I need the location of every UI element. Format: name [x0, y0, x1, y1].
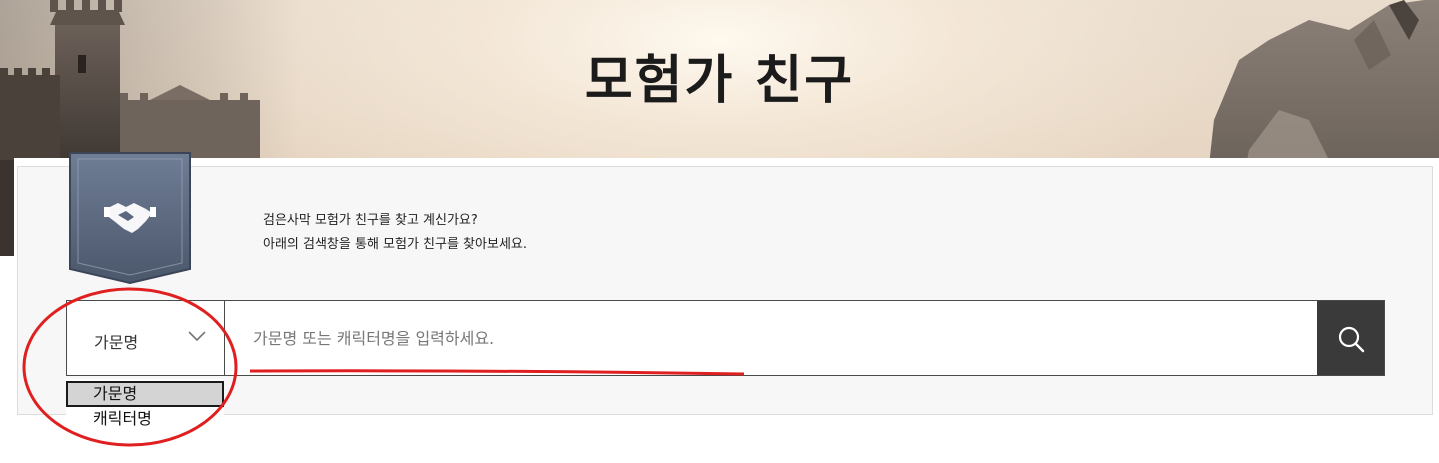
intro-line-2: 아래의 검색창을 통해 모험가 친구를 찾아보세요. — [263, 237, 527, 252]
search-type-value: 가문명 — [94, 333, 139, 352]
search-panel — [14, 158, 1439, 420]
intro-line-1: 검은사막 모험가 친구를 찾고 계신가요? — [263, 213, 478, 228]
search-panel-body — [17, 166, 1433, 415]
search-type-select[interactable]: 가문명 — [67, 301, 225, 375]
intro-text: 검은사막 모험가 친구를 찾고 계신가요? 아래의 검색창을 통해 모험가 친구… — [263, 209, 527, 257]
search-input[interactable] — [225, 301, 1318, 375]
ribbon-badge — [69, 152, 191, 284]
search-bar: 가문명 — [66, 300, 1385, 376]
option-family-name[interactable]: 가문명 — [66, 381, 224, 407]
search-icon — [1338, 326, 1365, 353]
search-type-dropdown: 가문명 캐릭터명 — [66, 379, 224, 431]
search-button[interactable] — [1317, 301, 1384, 375]
option-character-name[interactable]: 캐릭터명 — [66, 407, 224, 431]
chevron-down-icon — [188, 331, 206, 342]
page-title: 모험가 친구 — [584, 51, 855, 111]
